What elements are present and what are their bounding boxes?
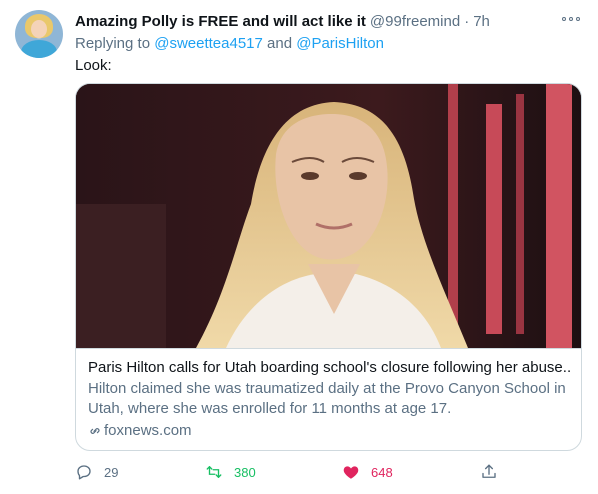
tweet-actions: 29 380 648: [75, 462, 505, 482]
card-image[interactable]: [76, 84, 581, 348]
like-count: 648: [371, 464, 393, 480]
link-icon: [90, 428, 100, 434]
retweet-icon: [206, 466, 222, 478]
avatar-body-shape: [21, 40, 57, 58]
card-photo-illustration: [76, 84, 581, 348]
share-icon: [482, 464, 496, 478]
like-button[interactable]: 648: [342, 462, 393, 482]
tweet[interactable]: Amazing Polly is FREE and will act like …: [0, 0, 598, 494]
replying-to: Replying to @sweettea4517 and @ParisHilt…: [75, 35, 384, 52]
avatar-face-shape: [31, 20, 47, 38]
reply-button[interactable]: 29: [75, 462, 118, 482]
replying-user-link[interactable]: @ParisHilton: [296, 35, 384, 52]
header-separator: ·: [464, 12, 470, 30]
replying-prefix: Replying to: [75, 35, 151, 52]
reply-icon: [77, 465, 91, 480]
card-body[interactable]: Paris Hilton calls for Utah boarding sch…: [76, 348, 581, 450]
tweet-time[interactable]: 7h: [473, 13, 490, 30]
tweet-header: Amazing Polly is FREE and will act like …: [75, 11, 490, 31]
author-handle[interactable]: @99freemind: [370, 13, 460, 30]
replying-and: and: [267, 35, 293, 52]
card-domain[interactable]: foxnews.com: [88, 421, 571, 441]
link-card[interactable]: Paris Hilton calls for Utah boarding sch…: [75, 83, 582, 451]
retweet-count: 380: [234, 464, 256, 480]
author-name[interactable]: Amazing Polly is FREE and will act like …: [75, 13, 366, 30]
card-domain-text: foxnews.com: [104, 422, 192, 439]
retweet-button[interactable]: 380: [205, 462, 256, 482]
share-button[interactable]: [480, 462, 498, 482]
avatar[interactable]: [15, 10, 63, 58]
more-icon[interactable]: [562, 12, 580, 26]
card-title[interactable]: Paris Hilton calls for Utah boarding sch…: [88, 358, 571, 378]
tweet-text: Look:: [75, 57, 112, 74]
heart-icon: [343, 466, 359, 479]
replying-user-link[interactable]: @sweettea4517: [154, 35, 263, 52]
card-description: Hilton claimed she was traumatized daily…: [88, 380, 566, 417]
reply-count: 29: [104, 464, 119, 480]
